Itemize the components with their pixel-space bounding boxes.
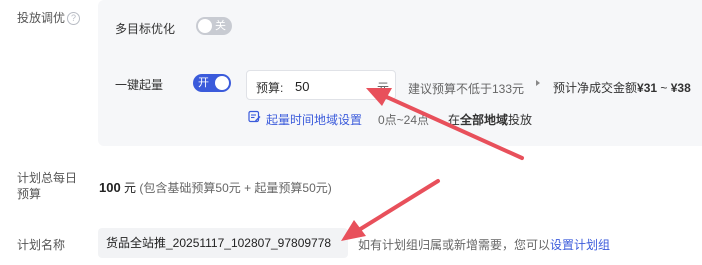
budget-input-value[interactable]: 50 xyxy=(295,79,309,94)
multi-target-label: 多目标优化 xyxy=(115,22,176,36)
budget-suggestion: 建议预算不低于133元 xyxy=(408,82,525,96)
estimate-high: ¥38 xyxy=(670,81,691,95)
daily-budget-label: 计划总每日 预算 xyxy=(17,170,77,202)
quick-start-toggle[interactable]: 开 xyxy=(193,74,231,92)
schedule-region: 全部地域 xyxy=(460,113,509,127)
delivery-tuning-label: 投放调优? xyxy=(17,9,81,26)
plan-name-hint-text: 如有计划组归属或新增需要，您可以 xyxy=(358,238,551,252)
budget-unit: 元 xyxy=(377,81,390,95)
caret-right-icon xyxy=(536,80,540,86)
daily-budget-amount: 100 xyxy=(99,180,121,195)
help-icon[interactable]: ? xyxy=(67,12,81,25)
budget-input-label: 预算: xyxy=(256,81,284,95)
budget-input[interactable]: 预算: 50 元 xyxy=(246,70,396,100)
estimate-sep: ~ xyxy=(660,81,668,95)
toggle-text: 关 xyxy=(215,20,226,32)
estimate-text: 预计净成交金额¥31 ~ ¥38 xyxy=(553,79,691,96)
plan-name-input[interactable]: 货品全站推_20251117_102807_97809778 xyxy=(98,228,348,258)
plan-name-hint: 如有计划组归属或新增需要，您可以设置计划组 xyxy=(358,236,610,253)
estimate-prefix: 预计净成交金额 xyxy=(553,81,638,95)
schedule-region-text: 在全部地域投放 xyxy=(448,111,532,128)
schedule-suffix: 投放 xyxy=(508,113,533,127)
toggle-knob xyxy=(198,19,212,33)
daily-budget-label-line1: 计划总每日 xyxy=(17,171,78,185)
set-plan-group-link[interactable]: 设置计划组 xyxy=(550,238,610,252)
daily-budget-label-line2: 预算 xyxy=(17,187,42,201)
estimate-low: ¥31 xyxy=(637,81,658,95)
schedule-in: 在 xyxy=(448,113,461,127)
schedule-settings-link[interactable]: 起量时间地域设置 xyxy=(266,111,362,128)
quick-start-label: 一键起量 xyxy=(115,78,164,92)
daily-budget-value: 100 元 (包含基础预算50元 + 起量预算50元) xyxy=(99,179,332,196)
multi-target-toggle[interactable]: 关 xyxy=(196,17,232,35)
daily-budget-detail: (包含基础预算50元 + 起量预算50元) xyxy=(139,181,332,195)
toggle-text: 开 xyxy=(198,77,209,89)
toggle-knob xyxy=(215,76,229,90)
schedule-time: 0点~24点 xyxy=(378,113,430,127)
plan-name-label: 计划名称 xyxy=(17,238,66,252)
daily-budget-unit: 元 xyxy=(124,181,137,195)
edit-settings-icon xyxy=(248,110,261,123)
arrow-to-plan-name xyxy=(341,179,440,241)
